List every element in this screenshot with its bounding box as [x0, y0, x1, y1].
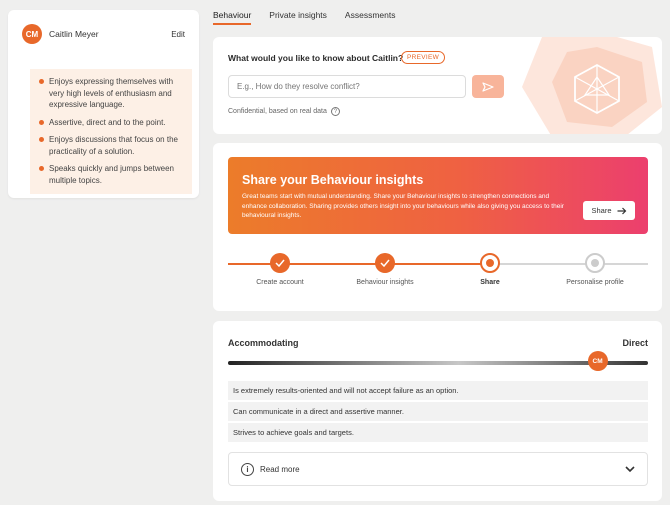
trait-text: Assertive, direct and to the point. — [49, 117, 166, 127]
step-share: Share — [440, 253, 540, 286]
info-icon[interactable]: ? — [330, 107, 340, 116]
description-item: Strives to achieve goals and targets. — [228, 423, 648, 442]
trait-item: Enjoys expressing themselves with very h… — [39, 76, 186, 111]
profile-header: CM Caitlin Meyer Edit — [22, 23, 185, 45]
ask-card: What would you like to know about Caitli… — [213, 37, 662, 134]
confidential-note: Confidential, based on real data ? — [228, 107, 340, 116]
avatar: CM — [22, 24, 42, 44]
scale-left-label: Accommodating — [228, 338, 299, 348]
banner-title: Share your Behaviour insights — [242, 173, 424, 187]
info-icon: i — [241, 462, 254, 476]
preview-badge: PREVIEW — [401, 51, 446, 64]
send-arrow-icon — [482, 81, 494, 92]
trait-text: Enjoys expressing themselves with very h… — [49, 77, 174, 109]
check-icon — [270, 253, 290, 273]
ask-title: What would you like to know about Caitli… — [228, 53, 404, 63]
scale-track — [228, 361, 648, 365]
chevron-down-icon — [625, 465, 635, 472]
step-behaviour-insights: Behaviour insights — [335, 253, 435, 286]
step-label: Behaviour insights — [356, 279, 414, 286]
read-more-toggle[interactable]: i Read more — [228, 452, 648, 486]
tab-assessments[interactable]: Assessments — [345, 0, 396, 26]
description-item: Can communicate in a direct and assertiv… — [228, 402, 648, 421]
share-button-label: Share — [591, 206, 612, 215]
step-label: Share — [480, 279, 500, 286]
banner-text: Great teams start with mutual understand… — [242, 193, 564, 219]
description-item: Is extremely results-oriented and will n… — [228, 381, 648, 400]
profile-name: Caitlin Meyer — [49, 29, 99, 39]
pending-step-icon — [585, 253, 605, 273]
bullet-icon — [39, 137, 44, 142]
description-list: Is extremely results-oriented and will n… — [228, 381, 648, 444]
trait-item: Speaks quickly and jumps between multipl… — [39, 163, 186, 186]
edit-button[interactable]: Edit — [171, 30, 185, 39]
ask-input[interactable] — [228, 75, 466, 98]
share-banner: Share your Behaviour insights Great team… — [228, 157, 648, 234]
behaviour-scale-card: Accommodating Direct CM Is extremely res… — [213, 321, 662, 501]
step-label: Personalise profile — [566, 279, 624, 286]
trait-text: Enjoys discussions that focus on the pra… — [49, 135, 178, 156]
send-button[interactable] — [472, 75, 504, 98]
trait-list: Enjoys expressing themselves with very h… — [30, 69, 192, 194]
progress-stepper: Create account Behaviour insights Share … — [228, 253, 648, 293]
bullet-icon — [39, 79, 44, 84]
read-more-label: Read more — [260, 464, 300, 474]
arrow-right-icon — [617, 207, 626, 214]
step-create-account: Create account — [230, 253, 330, 286]
tab-bar: Behaviour Private insights Assessments — [213, 0, 413, 26]
step-personalise-profile: Personalise profile — [545, 253, 645, 286]
share-button[interactable]: Share — [583, 201, 635, 220]
check-icon — [375, 253, 395, 273]
tab-behaviour[interactable]: Behaviour — [213, 0, 252, 26]
trait-item: Assertive, direct and to the point. — [39, 117, 186, 129]
confidential-text: Confidential, based on real data — [228, 108, 327, 115]
scale-right-label: Direct — [622, 338, 648, 348]
bullet-icon — [39, 119, 44, 125]
scale-marker-avatar: CM — [587, 351, 608, 371]
trait-item: Enjoys discussions that focus on the pra… — [39, 134, 186, 157]
current-step-icon — [480, 253, 500, 273]
step-label: Create account — [256, 279, 304, 286]
tab-private-insights[interactable]: Private insights — [269, 0, 327, 26]
trait-text: Speaks quickly and jumps between multipl… — [49, 164, 174, 185]
profile-card: CM Caitlin Meyer Edit Enjoys expressing … — [8, 10, 199, 198]
share-card: Share your Behaviour insights Great team… — [213, 143, 662, 311]
bullet-icon — [39, 166, 44, 171]
